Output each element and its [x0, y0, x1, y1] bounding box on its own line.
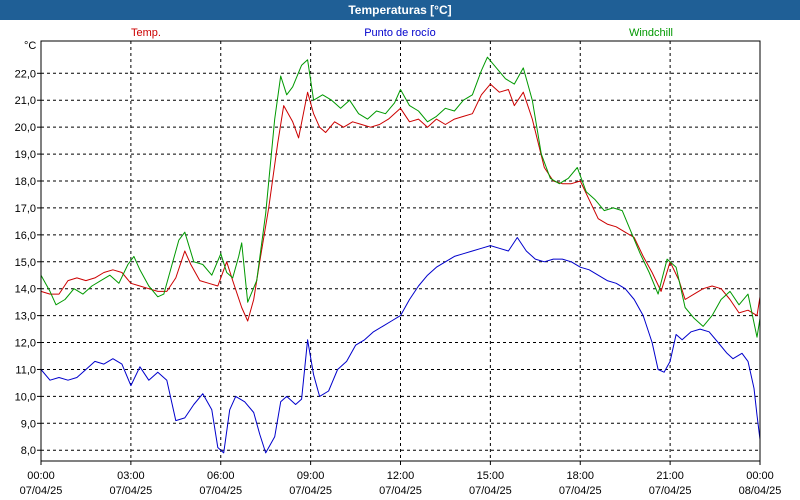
x-tick-time: 00:00: [746, 470, 774, 482]
x-tick-date: 07/04/25: [379, 485, 422, 497]
x-tick-time: 03:00: [117, 470, 145, 482]
y-tick-label: 10,0: [15, 391, 36, 403]
x-tick-date: 07/04/25: [109, 485, 152, 497]
x-tick-time: 21:00: [656, 470, 684, 482]
y-tick-label: 9,0: [21, 418, 36, 430]
y-tick-label: 19,0: [15, 149, 36, 161]
x-tick-date: 07/04/25: [649, 485, 692, 497]
x-tick-date: 07/04/25: [199, 485, 242, 497]
y-tick-label: 14,0: [15, 284, 36, 296]
series-lines: [40, 56, 761, 454]
x-tick-date: 07/04/25: [289, 485, 332, 497]
x-tick-time: 00:00: [27, 470, 55, 482]
legend: Temp. Punto de rocío Windchill: [131, 27, 673, 39]
axes-labels: 8,0 9,0 10,0 11,0 12,0 13,0 14,0 15,0 16,0 17,0 18…: [15, 40, 782, 497]
y-tick-label: 21,0: [15, 95, 36, 107]
x-tick-date: 07/04/25: [559, 485, 602, 497]
y-tick-label: 22,0: [15, 68, 36, 80]
x-tick-date: 07/04/25: [469, 485, 512, 497]
y-tick-label: 12,0: [15, 338, 36, 350]
y-tick-label: 18,0: [15, 176, 36, 188]
y-tick-label: 17,0: [15, 203, 36, 215]
x-tick-time: 15:00: [477, 470, 505, 482]
y-tick-label: 16,0: [15, 230, 36, 242]
x-tick-time: 06:00: [207, 470, 235, 482]
legend-item: Punto de rocío: [364, 27, 436, 39]
x-tick-date: 08/04/25: [739, 485, 782, 497]
x-tick-time: 12:00: [387, 470, 415, 482]
y-tick-label: 11,0: [15, 364, 36, 376]
y-tick-label: 20,0: [15, 122, 36, 134]
y-tick-label: 15,0: [15, 257, 36, 269]
x-tick-date: 07/04/25: [20, 485, 63, 497]
legend-item: Temp.: [131, 27, 161, 39]
chart-window: Temperaturas [°C] 8,0 9,0 10,0 11,0 12,0 13,0…: [0, 0, 800, 500]
y-axis-label: °C: [24, 40, 36, 52]
y-tick-label: 13,0: [15, 311, 36, 323]
y-tick-label: 8,0: [21, 445, 36, 457]
grid: [37, 41, 761, 465]
temperature-chart: 8,0 9,0 10,0 11,0 12,0 13,0 14,0 15,0 16,0 17,0 18…: [15, 27, 782, 497]
x-tick-time: 09:00: [297, 470, 325, 482]
legend-item: Windchill: [629, 27, 673, 39]
x-tick-time: 18:00: [566, 470, 594, 482]
